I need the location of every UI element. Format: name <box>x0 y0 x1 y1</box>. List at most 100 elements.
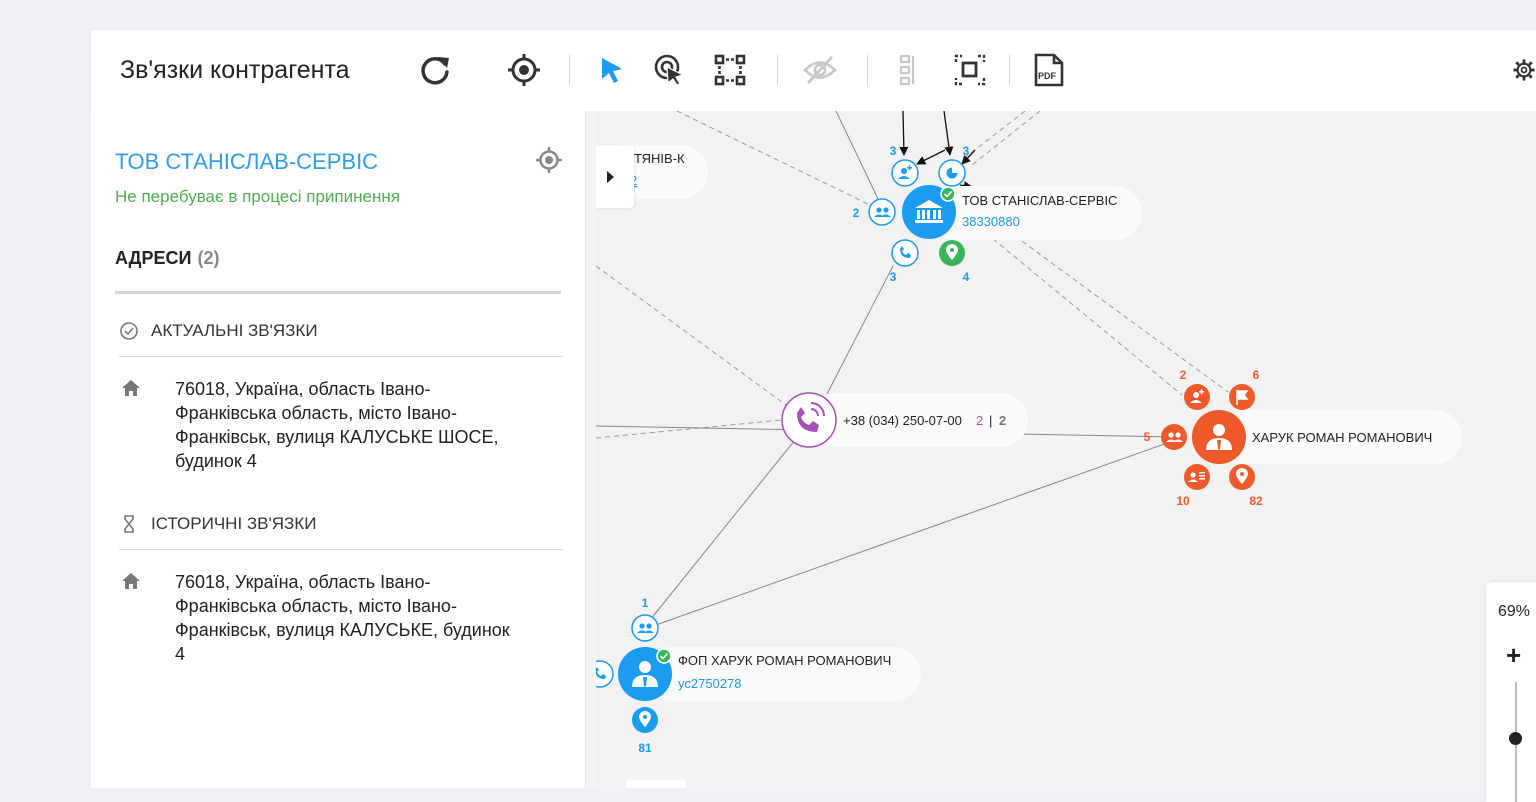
zoom-slider-handle[interactable] <box>1509 732 1522 745</box>
collapse-panel-button[interactable] <box>596 146 634 208</box>
phone-count-b: 2 <box>999 413 1006 428</box>
company-status: Не перебуває в процесі припинення <box>115 187 400 206</box>
group-badge[interactable] <box>868 198 896 226</box>
badge-count: 5 <box>1144 430 1151 444</box>
settings-button[interactable] <box>1512 50 1536 90</box>
company-node-name: ТОВ СТАНІСЛАВ-СЕРВІС <box>962 193 1117 208</box>
fop-node-code[interactable]: ус2750278 <box>678 676 741 691</box>
check-circle-icon <box>120 322 138 340</box>
edge <box>826 265 894 395</box>
section-title-text: АДРЕСИ <box>115 248 192 268</box>
phone-badge[interactable] <box>891 239 919 267</box>
badge-count: 82 <box>1249 494 1263 508</box>
edge <box>596 265 791 409</box>
badge-count: 3 <box>890 270 897 284</box>
zoom-control: 69% + <box>1486 582 1536 802</box>
home-icon <box>122 380 140 396</box>
group-badge[interactable] <box>1161 424 1187 450</box>
pdf-label: PDF <box>1038 71 1057 81</box>
toolbar-divider <box>569 55 570 85</box>
tree-layout-icon <box>899 54 915 86</box>
graph-canvas[interactable]: ТЯНІВ-К 2 ТОВ СТАНІСЛАВ-СЕРВІС 38330880 … <box>596 111 1536 788</box>
address-text: 76018, Україна, область Івано-Франківськ… <box>175 379 499 471</box>
edge <box>899 111 909 156</box>
hide-button[interactable] <box>800 50 840 90</box>
verified-icon <box>940 186 956 202</box>
bottom-panel-tab[interactable] <box>626 780 686 788</box>
tree-layout-button[interactable] <box>888 50 928 90</box>
toolbar-divider <box>1009 55 1010 85</box>
export-pdf-button[interactable]: PDF <box>1029 50 1069 90</box>
home-icon <box>122 573 140 589</box>
person-node-circle[interactable] <box>1192 410 1246 464</box>
pointer-mode-button[interactable] <box>591 50 631 90</box>
phone-node[interactable]: +38 (034) 250-07-00 2 | 2 <box>781 392 1028 448</box>
edge <box>971 111 1041 166</box>
rect-select-icon <box>714 54 746 86</box>
center-button[interactable] <box>504 50 544 90</box>
fit-view-button[interactable] <box>950 50 990 90</box>
group-title: АКТУАЛЬНІ ЗВ'ЯЗКИ <box>151 321 318 340</box>
company-node-code[interactable]: 38330880 <box>962 214 1020 229</box>
edge <box>985 232 1183 396</box>
company-node[interactable]: ТОВ СТАНІСЛАВ-СЕРВІС 38330880 3 3 2 3 4 <box>853 144 1142 284</box>
address-text: 76018, Україна, область Івано-Франківськ… <box>175 572 510 664</box>
details-panel: ТОВ СТАНІСЛАВ-СЕРВІС Не перебуває в проц… <box>91 111 585 788</box>
edge <box>916 149 946 165</box>
click-select-icon <box>654 54 685 86</box>
refresh-icon <box>421 56 449 85</box>
toolbar-divider <box>867 55 868 85</box>
group-title: ІСТОРИЧНІ ЗВ'ЯЗКИ <box>151 514 317 533</box>
rect-select-button[interactable] <box>710 50 750 90</box>
edge <box>655 441 1171 626</box>
edge <box>992 219 1229 393</box>
edge <box>649 439 796 621</box>
click-select-button[interactable] <box>650 50 690 90</box>
verified-icon <box>656 648 672 664</box>
badge-count: 81 <box>638 741 652 755</box>
edge <box>676 111 871 206</box>
badge-count: 3 <box>890 144 897 158</box>
fit-icon <box>954 54 986 86</box>
pdf-icon: PDF <box>1034 53 1064 87</box>
phone-badge[interactable] <box>596 660 614 688</box>
group-badge[interactable] <box>631 614 659 642</box>
badge-count: 6 <box>1253 368 1260 382</box>
person-node-name: ХАРУК РОМАН РОМАНОВИЧ <box>1252 430 1432 445</box>
badge-count: 3 <box>963 144 970 158</box>
zoom-in-button[interactable]: + <box>1506 640 1521 671</box>
phone-count-a: 2 <box>976 413 983 428</box>
graph-svg[interactable]: ТЯНІВ-К 2 ТОВ СТАНІСЛАВ-СЕРВІС 38330880 … <box>596 111 1536 788</box>
partial-node-label: ТЯНІВ-К <box>634 151 685 166</box>
locate-icon[interactable] <box>536 147 562 173</box>
company-name[interactable]: ТОВ СТАНІСЛАВ-СЕРВІС <box>115 149 378 175</box>
toolbar-divider <box>777 55 778 85</box>
phone-node-label: +38 (034) 250-07-00 <box>843 413 962 428</box>
badge-count: 2 <box>1180 368 1187 382</box>
roles-badge[interactable] <box>1184 464 1210 490</box>
toolbar: Зв'язки контрагента PDF <box>91 30 1536 111</box>
badge-count: 10 <box>1176 494 1190 508</box>
edge <box>943 111 954 156</box>
edge <box>835 111 881 204</box>
refresh-button[interactable] <box>415 50 455 90</box>
pointer-icon <box>602 58 622 83</box>
page-title: Зв'язки контрагента <box>120 56 350 84</box>
zoom-level: 69% <box>1498 603 1531 620</box>
historical-links-header: ІСТОРИЧНІ ЗВ'ЯЗКИ <box>119 514 316 534</box>
badge-count: 2 <box>853 206 860 220</box>
panel-scrollbar[interactable] <box>585 111 596 788</box>
group-divider <box>119 356 563 357</box>
eye-off-icon <box>803 56 837 84</box>
hourglass-icon <box>124 515 134 533</box>
person-node[interactable]: ХАРУК РОМАН РОМАНОВИЧ 2 6 5 10 82 <box>1144 368 1462 508</box>
current-links-header: АКТУАЛЬНІ ЗВ'ЯЗКИ <box>119 321 318 341</box>
badge-count: 4 <box>963 270 970 284</box>
section-divider <box>115 291 561 294</box>
phone-node-circle[interactable] <box>781 392 837 448</box>
addresses-section-title: АДРЕСИ (2) <box>115 248 219 269</box>
phone-count-sep: | <box>989 413 992 428</box>
group-divider <box>119 549 563 550</box>
fop-node[interactable]: ФОП ХАРУК РОМАН РОМАНОВИЧ ус2750278 1 81 <box>596 596 921 755</box>
section-count: (2) <box>197 248 220 268</box>
